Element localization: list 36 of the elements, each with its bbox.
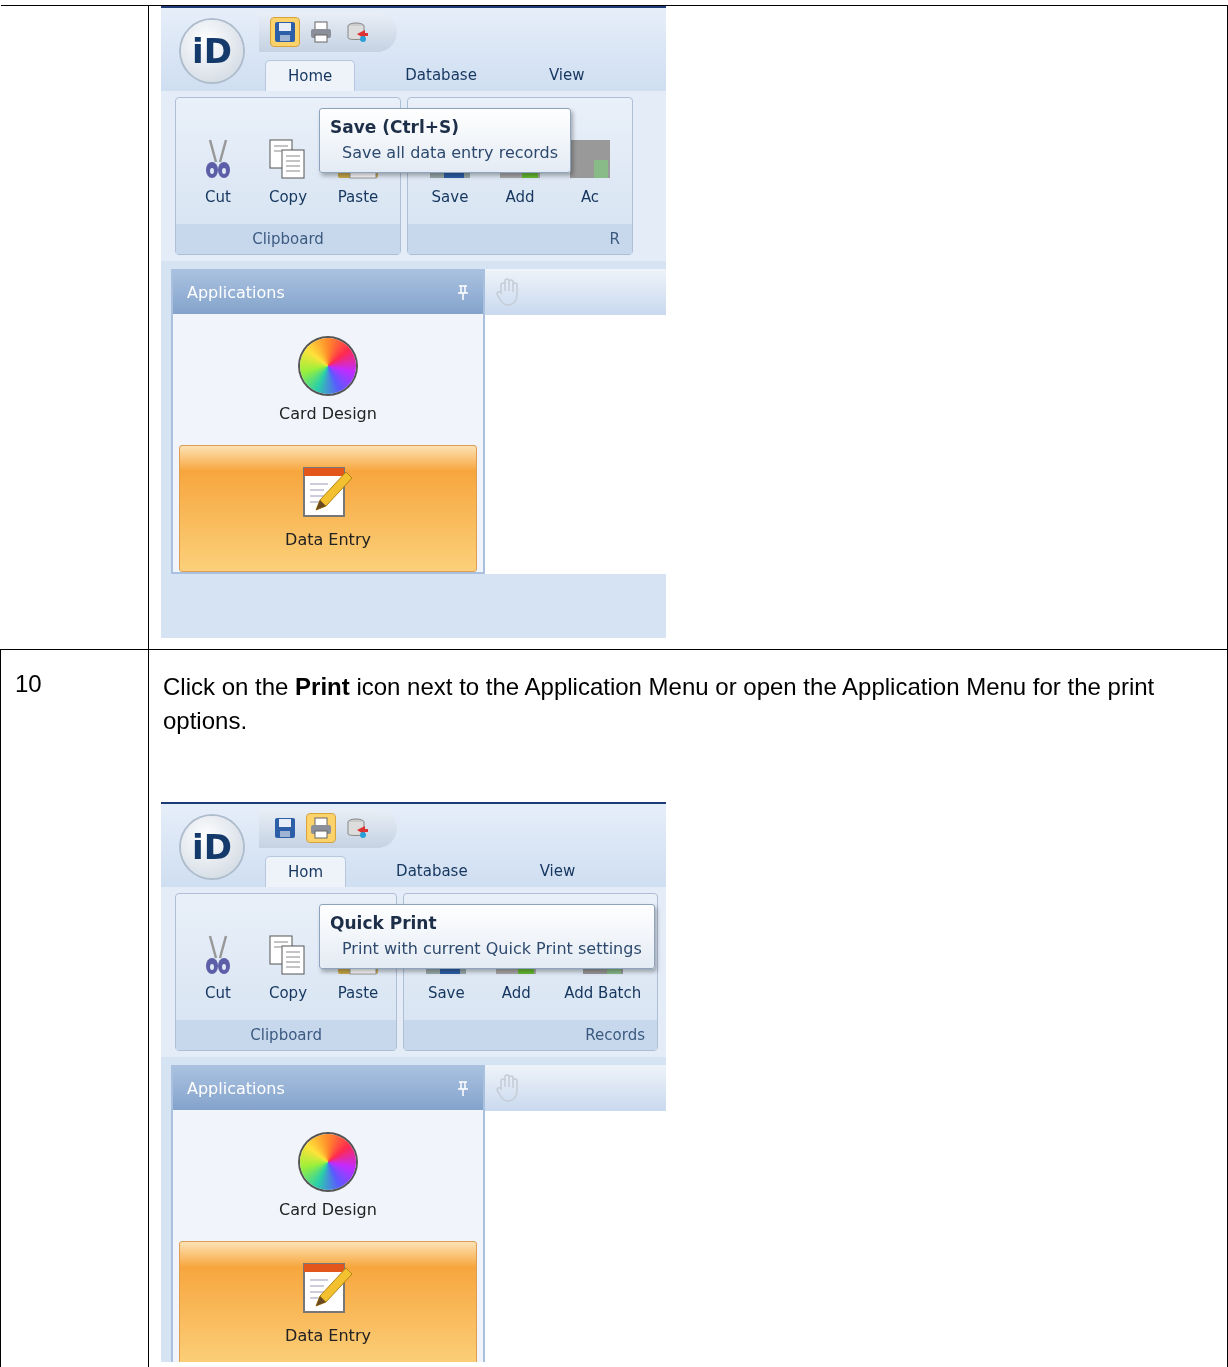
tooltip-text: Print with current Quick Print settings xyxy=(341,939,642,958)
app-item[interactable]: Card Design xyxy=(179,1116,477,1241)
ribbon-tab[interactable]: View xyxy=(526,60,607,91)
ribbon-tab[interactable]: View xyxy=(517,856,598,887)
color-wheel-icon xyxy=(300,338,356,394)
tooltip-title: Quick Print xyxy=(330,913,438,933)
group-label: Clipboard xyxy=(176,1020,397,1050)
pin-icon[interactable] xyxy=(457,1080,469,1097)
ribbon-tab[interactable]: Database xyxy=(374,856,490,887)
panel-title: Applications xyxy=(187,1079,285,1098)
app-item[interactable]: Data Entry xyxy=(179,1241,477,1362)
ribbon-button[interactable]: Copy xyxy=(258,134,318,210)
group-label: Clipboard xyxy=(176,224,400,254)
tooltip-text: Save all data entry records xyxy=(341,143,559,162)
application-menu-button[interactable]: iD xyxy=(181,20,243,82)
ribbon-tab[interactable]: Database xyxy=(383,60,499,91)
tooltip-title: Save (Ctrl+S) xyxy=(330,117,461,137)
app-item[interactable]: Data Entry xyxy=(179,445,477,572)
instruction-text: Click on the Print icon next to the Application Menu or open the Application Menu for the print options. xyxy=(163,672,1156,736)
ribbon-button[interactable]: Cut xyxy=(188,930,248,1006)
ribbon-button[interactable]: Cut xyxy=(188,134,248,210)
ribbon-tab[interactable]: Home xyxy=(265,60,356,91)
step-number: 10 xyxy=(15,670,42,697)
ribbon-tab[interactable]: Hom xyxy=(265,856,347,887)
ribbon-button[interactable]: Ac xyxy=(560,134,620,210)
group-label: R xyxy=(408,224,632,254)
group-label: Records xyxy=(404,1020,657,1050)
color-wheel-icon xyxy=(300,1134,356,1190)
notepad-pencil-icon xyxy=(302,464,354,520)
app-item[interactable]: Card Design xyxy=(179,320,477,445)
notepad-pencil-icon xyxy=(302,1260,354,1316)
panel-title: Applications xyxy=(187,283,285,302)
application-menu-button[interactable]: iD xyxy=(181,816,243,878)
pin-icon[interactable] xyxy=(457,284,469,301)
printer-icon[interactable] xyxy=(307,814,335,842)
ribbon-button[interactable]: Copy xyxy=(258,930,318,1006)
